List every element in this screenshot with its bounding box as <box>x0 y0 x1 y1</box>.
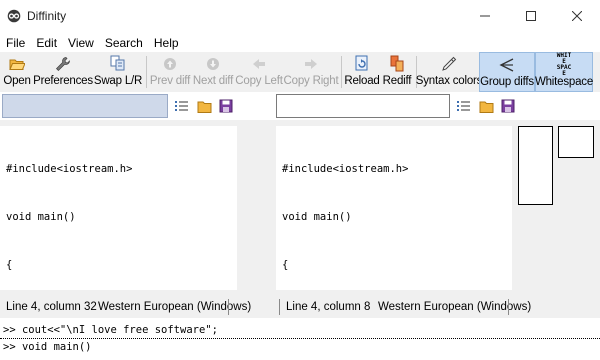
prev-diff-button[interactable]: Prev diff <box>149 52 191 92</box>
copy-right-button[interactable]: Copy Right <box>283 52 339 92</box>
toolbar: Open Preferences Swap L/R Prev diff Next… <box>0 52 600 92</box>
minimize-icon <box>480 15 490 16</box>
toolbar-separator <box>146 56 147 88</box>
save-icon[interactable] <box>500 98 516 114</box>
syntax-colors-button[interactable]: Syntax colors <box>415 52 483 92</box>
reload-icon <box>353 55 371 72</box>
maximize-icon <box>526 10 536 21</box>
menu-bar: File Edit View Search Help <box>0 33 184 53</box>
center-gutter <box>237 120 276 296</box>
diff-map-right[interactable] <box>558 126 594 158</box>
folder-icon[interactable] <box>196 98 212 114</box>
title-bar: Diffinity <box>0 0 600 31</box>
code-line: { <box>6 259 13 271</box>
group-diffs-icon <box>498 56 516 73</box>
copy-right-label: Copy Right <box>283 75 339 87</box>
diff-line: >> cout<<"\nI love free software"; <box>0 322 600 339</box>
group-diffs-button[interactable]: Group diffs <box>479 52 535 92</box>
arrow-right-icon <box>302 55 320 72</box>
preferences-button[interactable]: Preferences <box>33 52 93 92</box>
diff-line: >> void main() <box>3 341 92 353</box>
pen-icon <box>440 55 458 72</box>
left-path-input[interactable] <box>2 94 168 118</box>
whitespace-icon: WHITE SPACE <box>555 52 573 76</box>
open-label: Open <box>3 75 31 87</box>
arrow-down-icon <box>204 55 222 72</box>
rediff-label: Rediff <box>382 75 412 87</box>
left-editor[interactable]: #include<iostream.h> void main() { cout<… <box>0 126 237 360</box>
menu-help[interactable]: Help <box>149 36 184 50</box>
whitespace-icon-text: WHITE SPACE <box>556 51 572 77</box>
right-editor[interactable]: #include<iostream.h> void main() { cout<… <box>276 126 512 360</box>
reload-label: Reload <box>344 75 380 87</box>
menu-view[interactable]: View <box>63 36 99 50</box>
close-button[interactable] <box>554 0 600 31</box>
copy-left-button[interactable]: Copy Left <box>235 52 283 92</box>
prev-diff-label: Prev diff <box>149 75 191 87</box>
folder-open-icon <box>8 55 26 72</box>
group-diffs-label: Group diffs <box>480 76 534 88</box>
list-icon[interactable] <box>174 98 190 114</box>
reload-button[interactable]: Reload <box>344 52 380 92</box>
left-encoding: Western European (Windows) <box>98 301 252 313</box>
arrow-left-icon <box>250 55 268 72</box>
menu-search[interactable]: Search <box>100 36 148 50</box>
preferences-label: Preferences <box>33 75 93 87</box>
menu-file[interactable]: File <box>1 36 30 50</box>
diff-detail-pane[interactable]: >> cout<<"\nI love free software"; >> vo… <box>0 322 600 360</box>
close-icon <box>572 10 582 21</box>
wrench-icon <box>54 55 72 72</box>
rediff-button[interactable]: Rediff <box>380 52 414 92</box>
swap-label: Swap L/R <box>93 75 143 87</box>
right-path-input[interactable] <box>276 94 450 118</box>
toolbar-separator <box>341 56 342 88</box>
menu-edit[interactable]: Edit <box>31 36 62 50</box>
syntax-colors-label: Syntax colors <box>415 75 483 87</box>
code-line: { <box>282 259 289 271</box>
code-line: void main() <box>282 211 352 223</box>
swap-icon <box>109 55 127 72</box>
status-separator <box>228 299 229 315</box>
open-button[interactable]: Open <box>0 52 34 92</box>
save-icon[interactable] <box>218 98 234 114</box>
status-bar: Line 4, column 32 Western European (Wind… <box>0 296 600 318</box>
rediff-icon <box>388 55 406 72</box>
list-icon[interactable] <box>456 98 472 114</box>
code-line: #include<iostream.h> <box>282 163 409 175</box>
right-encoding: Western European (Windows) <box>378 301 532 313</box>
maximize-button[interactable] <box>508 0 554 31</box>
status-separator <box>508 299 509 315</box>
right-path-row <box>276 93 516 119</box>
next-diff-button[interactable]: Next diff <box>191 52 235 92</box>
window-title: Diffinity <box>27 8 67 23</box>
minimize-button[interactable] <box>462 0 508 31</box>
app-logo-icon <box>7 9 21 22</box>
copy-left-label: Copy Left <box>235 75 283 87</box>
code-line: #include<iostream.h> <box>6 163 133 175</box>
diff-map-left[interactable] <box>518 126 553 205</box>
whitespace-button[interactable]: WHITE SPACE Whitespace <box>535 52 593 92</box>
arrow-up-icon <box>161 55 179 72</box>
code-line: void main() <box>6 211 76 223</box>
right-cursor-position: Line 4, column 8 <box>286 301 371 313</box>
left-path-row <box>2 93 234 119</box>
left-cursor-position: Line 4, column 32 <box>6 301 97 313</box>
next-diff-label: Next diff <box>192 75 234 87</box>
swap-button[interactable]: Swap L/R <box>92 52 144 92</box>
folder-icon[interactable] <box>478 98 494 114</box>
whitespace-label: Whitespace <box>534 76 594 88</box>
